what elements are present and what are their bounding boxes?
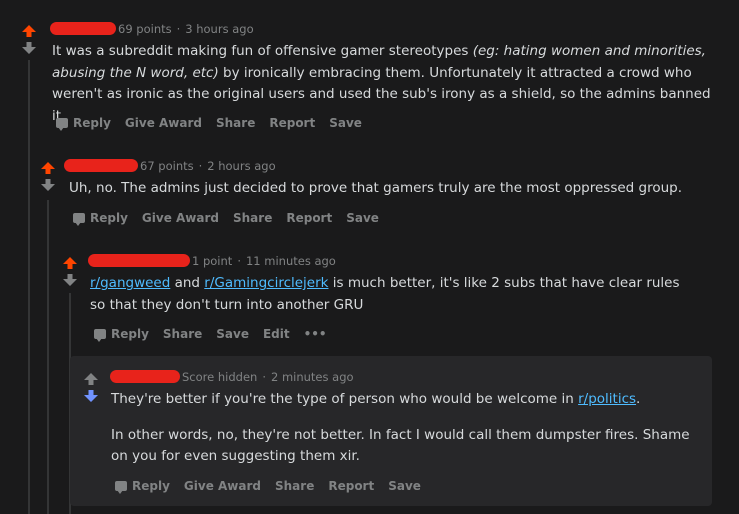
- comment-meta: 69 points · 3 hours ago: [50, 22, 254, 36]
- downvote-arrow-icon[interactable]: [83, 389, 99, 403]
- report-button[interactable]: Report: [286, 211, 332, 225]
- give-award-button[interactable]: Give Award: [184, 479, 261, 493]
- vote-column: [62, 256, 78, 287]
- save-button[interactable]: Save: [329, 116, 362, 130]
- reply-button[interactable]: Reply: [56, 116, 111, 131]
- comment-body: r/gangweed and r/Gamingcirclejerk is muc…: [90, 275, 680, 313]
- reply-button[interactable]: Reply: [115, 479, 170, 494]
- redacted-username[interactable]: [88, 254, 190, 267]
- redacted-username[interactable]: [64, 159, 138, 172]
- save-button[interactable]: Save: [388, 479, 421, 493]
- timestamp[interactable]: 3 hours ago: [185, 22, 253, 36]
- upvote-arrow-icon[interactable]: [83, 372, 99, 386]
- comment-body: They're better if you're the type of per…: [111, 391, 690, 464]
- points: Score hidden: [182, 370, 258, 384]
- share-button[interactable]: Share: [275, 479, 314, 493]
- upvote-arrow-icon[interactable]: [40, 161, 56, 175]
- share-button[interactable]: Share: [233, 211, 272, 225]
- comment-icon: [56, 118, 68, 131]
- upvote-arrow-icon[interactable]: [21, 24, 37, 38]
- reply-button[interactable]: Reply: [73, 211, 128, 226]
- comment-actions: Reply Give Award Share Report Save: [73, 211, 393, 226]
- comment-icon: [94, 329, 106, 342]
- share-button[interactable]: Share: [216, 116, 255, 130]
- comment-icon: [115, 481, 127, 494]
- subreddit-link[interactable]: r/Gamingcirclejerk: [204, 275, 328, 291]
- timestamp[interactable]: 2 minutes ago: [271, 370, 354, 384]
- vote-column: [40, 161, 56, 192]
- vote-column: [21, 24, 37, 55]
- subreddit-link[interactable]: r/gangweed: [90, 275, 170, 291]
- timestamp[interactable]: 2 hours ago: [207, 159, 275, 173]
- comment-body: Uh, no. The admins just decided to prove…: [69, 180, 683, 196]
- give-award-button[interactable]: Give Award: [142, 211, 219, 225]
- downvote-arrow-icon[interactable]: [40, 178, 56, 192]
- points: 1 point: [192, 254, 233, 268]
- thread-line[interactable]: [47, 200, 49, 514]
- timestamp[interactable]: 11 minutes ago: [246, 254, 336, 268]
- save-button[interactable]: Save: [216, 327, 249, 341]
- report-button[interactable]: Report: [269, 116, 315, 130]
- subreddit-link[interactable]: r/politics: [578, 391, 636, 407]
- share-button[interactable]: Share: [163, 327, 202, 341]
- comment-meta: Score hidden · 2 minutes ago: [110, 370, 354, 384]
- comment-actions: Reply Give Award Share Report Save: [115, 479, 435, 494]
- give-award-button[interactable]: Give Award: [125, 116, 202, 130]
- points: 67 points: [140, 159, 194, 173]
- edit-button[interactable]: Edit: [263, 327, 290, 341]
- more-options-button[interactable]: •••: [304, 327, 327, 341]
- redacted-username[interactable]: [110, 370, 180, 383]
- downvote-arrow-icon[interactable]: [21, 41, 37, 55]
- comment-meta: 67 points · 2 hours ago: [64, 159, 276, 173]
- redacted-username[interactable]: [50, 22, 116, 35]
- points: 69 points: [118, 22, 172, 36]
- comment-actions: Reply Share Save Edit •••: [94, 327, 341, 342]
- comment-icon: [73, 213, 85, 226]
- downvote-arrow-icon[interactable]: [62, 273, 78, 287]
- save-button[interactable]: Save: [346, 211, 379, 225]
- comment-meta: 1 point · 11 minutes ago: [88, 254, 336, 268]
- reply-button[interactable]: Reply: [94, 327, 149, 342]
- vote-column: [83, 372, 99, 403]
- report-button[interactable]: Report: [328, 479, 374, 493]
- comment-actions: Reply Give Award Share Report Save: [56, 116, 376, 131]
- comment-body: It was a subreddit making fun of offensi…: [52, 43, 711, 124]
- upvote-arrow-icon[interactable]: [62, 256, 78, 270]
- thread-line[interactable]: [28, 60, 30, 514]
